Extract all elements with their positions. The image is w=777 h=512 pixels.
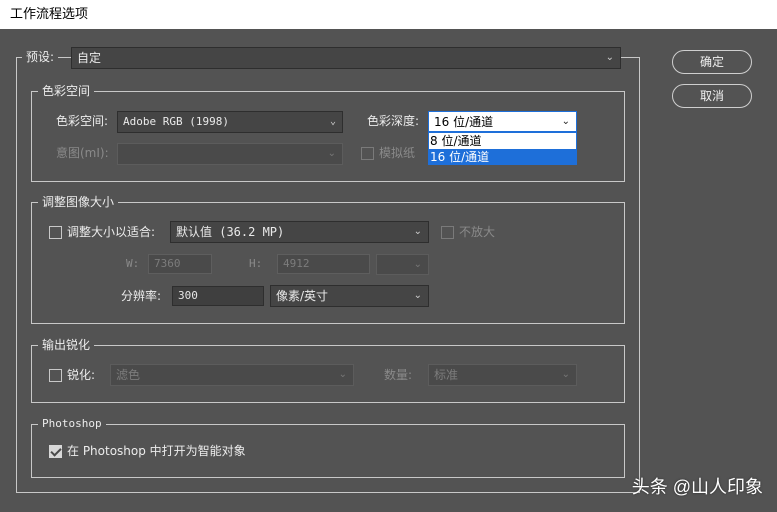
sharpen-select[interactable]: 滤色 ⌄ xyxy=(110,364,354,386)
no-enlarge-label: 不放大 xyxy=(459,225,496,239)
chevron-down-icon: ⌄ xyxy=(327,148,336,159)
width-input[interactable]: 7360 xyxy=(148,254,212,274)
dropdown-option-16bit[interactable]: 16 位/通道 xyxy=(429,149,576,165)
preset-select[interactable]: 自定 ⌄ xyxy=(71,47,621,69)
sharpen-value: 滤色 xyxy=(116,368,141,382)
sharpen-label: 锐化: xyxy=(67,368,96,382)
chevron-down-icon: ⌄ xyxy=(605,52,614,63)
simulate-paper-label: 模拟纸 xyxy=(379,146,416,160)
preset-value: 自定 xyxy=(77,51,102,65)
resize-legend: 调整图像大小 xyxy=(38,194,119,210)
amount-value: 标准 xyxy=(434,368,459,382)
chevron-down-icon: ⌄ xyxy=(413,259,422,270)
smart-object-checkbox[interactable] xyxy=(49,445,62,458)
amount-label: 数量: xyxy=(384,368,413,382)
preset-label: 预设: xyxy=(22,49,59,65)
smart-object-label: 在 Photoshop 中打开为智能对象 xyxy=(67,444,246,458)
size-unit-select[interactable]: ⌄ xyxy=(376,254,429,275)
chevron-down-icon: ⌄ xyxy=(413,290,422,301)
simulate-paper-checkbox[interactable] xyxy=(361,147,374,160)
sharpen-legend: 输出锐化 xyxy=(38,337,95,353)
color-depth-dropdown: 8 位/通道 16 位/通道 xyxy=(428,132,577,165)
height-input[interactable]: 4912 xyxy=(277,254,370,274)
color-depth-label: 色彩深度: xyxy=(367,114,420,128)
dropdown-option-8bit[interactable]: 8 位/通道 xyxy=(429,133,576,149)
watermark-text: 头条 @山人印象 xyxy=(631,477,763,497)
no-enlarge-checkbox[interactable] xyxy=(441,226,454,239)
amount-select[interactable]: 标准 ⌄ xyxy=(428,364,577,386)
color-depth-select[interactable]: 16 位/通道 ⌄ xyxy=(428,111,577,132)
window-title: 工作流程选项 xyxy=(0,0,777,29)
intent-select[interactable]: ⌄ xyxy=(117,143,343,165)
color-depth-value: 16 位/通道 xyxy=(434,115,494,129)
ok-button[interactable]: 确定 xyxy=(672,50,752,74)
resolution-unit-select[interactable]: 像素/英寸 ⌄ xyxy=(270,285,429,307)
resolution-label: 分辨率: xyxy=(121,289,162,303)
chevron-down-icon: ⌄ xyxy=(329,116,336,127)
chevron-down-icon: ⌄ xyxy=(561,369,570,380)
sharpen-checkbox[interactable] xyxy=(49,369,62,382)
cancel-button[interactable]: 取消 xyxy=(672,84,752,108)
resize-to-fit-value: 默认值 (36.2 MP) xyxy=(176,225,285,239)
width-label: W: xyxy=(126,257,140,270)
resolution-unit-value: 像素/英寸 xyxy=(276,289,329,303)
chevron-down-icon: ⌄ xyxy=(561,116,570,127)
color-space-value: Adobe RGB (1998) xyxy=(123,115,229,128)
height-label: H: xyxy=(249,257,263,270)
resize-to-fit-select[interactable]: 默认值 (36.2 MP) ⌄ xyxy=(170,221,429,243)
intent-label: 意图(mI): xyxy=(56,146,109,160)
color-space-legend: 色彩空间 xyxy=(38,83,95,99)
resolution-input[interactable]: 300 xyxy=(172,286,264,306)
color-space-select[interactable]: Adobe RGB (1998) ⌄ xyxy=(117,111,343,133)
color-space-label: 色彩空间: xyxy=(56,114,109,128)
chevron-down-icon: ⌄ xyxy=(413,226,422,237)
photoshop-legend: Photoshop xyxy=(38,416,106,432)
chevron-down-icon: ⌄ xyxy=(338,369,347,380)
resize-to-fit-label: 调整大小以适合: xyxy=(67,225,156,239)
resize-to-fit-checkbox[interactable] xyxy=(49,226,62,239)
